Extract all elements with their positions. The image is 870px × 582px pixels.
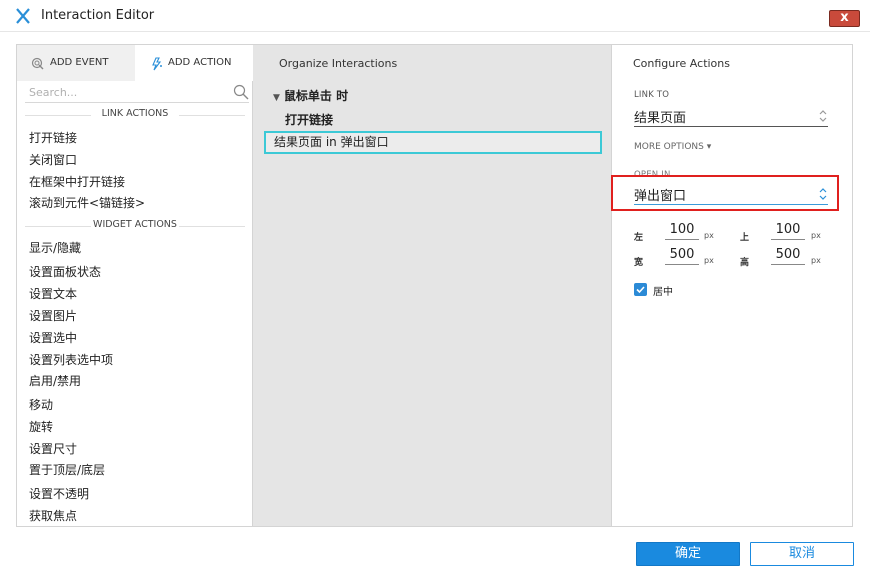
height-input[interactable]: 500 bbox=[771, 247, 805, 265]
event-label: 鼠标单击 时 bbox=[283, 89, 349, 103]
left-input[interactable]: 100 bbox=[665, 222, 699, 240]
action-open-link[interactable]: 打开链接 bbox=[29, 129, 77, 146]
link-to-label: LINK TO bbox=[634, 90, 670, 100]
action-set-selected[interactable]: 设置选中 bbox=[29, 329, 77, 346]
center-checkbox[interactable] bbox=[634, 283, 647, 296]
configure-panel: Configure Actions LINK TO 结果页面 MORE OPTI… bbox=[612, 45, 852, 526]
window-title: Interaction Editor bbox=[41, 8, 155, 23]
cancel-button[interactable]: 取消 bbox=[750, 542, 854, 566]
checkmark-icon bbox=[636, 286, 645, 294]
more-options-toggle[interactable]: MORE OPTIONS ▾ bbox=[634, 142, 711, 152]
action-move[interactable]: 移动 bbox=[29, 396, 53, 413]
action-scroll-to-widget[interactable]: 滚动到元件<锚链接> bbox=[29, 194, 145, 211]
tab-add-event-label: ADD EVENT bbox=[50, 57, 109, 68]
search-input[interactable] bbox=[25, 83, 225, 101]
event-row[interactable]: ▼ 鼠标单击 时 bbox=[273, 87, 348, 104]
tab-add-action-label: ADD ACTION bbox=[168, 57, 232, 68]
organize-panel: Organize Interactions ▼ 鼠标单击 时 打开链接 结果页面 … bbox=[253, 45, 612, 526]
action-focus[interactable]: 获取焦点 bbox=[29, 507, 77, 524]
action-open-in-frame[interactable]: 在框架中打开链接 bbox=[29, 173, 125, 190]
add-action-icon bbox=[152, 57, 162, 71]
organize-title: Organize Interactions bbox=[279, 57, 398, 70]
close-button[interactable]: x bbox=[829, 10, 860, 27]
action-rotate[interactable]: 旋转 bbox=[29, 418, 53, 435]
left-label: 左 bbox=[634, 233, 644, 243]
case-label[interactable]: 打开链接 bbox=[285, 111, 333, 128]
action-set-image[interactable]: 设置图片 bbox=[29, 307, 77, 324]
action-show-hide[interactable]: 显示/隐藏 bbox=[29, 239, 81, 256]
action-set-text[interactable]: 设置文本 bbox=[29, 285, 77, 302]
selected-action-row[interactable]: 结果页面 in 弹出窗口 bbox=[264, 131, 602, 154]
search-box bbox=[25, 83, 249, 103]
action-bring-front-back[interactable]: 置于顶层/底层 bbox=[29, 461, 105, 478]
updown-chevron-icon bbox=[819, 110, 827, 122]
action-close-window[interactable]: 关闭窗口 bbox=[29, 151, 77, 168]
search-icon[interactable] bbox=[233, 84, 249, 100]
tab-add-event[interactable]: ADD EVENT bbox=[17, 45, 135, 81]
width-unit: px bbox=[704, 256, 714, 265]
add-event-icon bbox=[31, 57, 44, 70]
width-label: 宽 bbox=[634, 258, 644, 268]
link-actions-header: LINK ACTIONS bbox=[17, 108, 253, 122]
link-to-select[interactable]: 结果页面 bbox=[634, 107, 828, 127]
action-set-opacity[interactable]: 设置不透明 bbox=[29, 485, 89, 502]
width-input[interactable]: 500 bbox=[665, 247, 699, 265]
highlight-box bbox=[611, 175, 839, 211]
action-set-list-selection[interactable]: 设置列表选中项 bbox=[29, 351, 113, 368]
axure-logo-icon bbox=[16, 8, 30, 24]
title-bar: Interaction Editor x bbox=[0, 0, 870, 32]
ok-button[interactable]: 确定 bbox=[636, 542, 740, 566]
top-input[interactable]: 100 bbox=[771, 222, 805, 240]
widget-actions-header: WIDGET ACTIONS bbox=[17, 219, 253, 233]
height-unit: px bbox=[811, 256, 821, 265]
collapse-arrow-icon[interactable]: ▼ bbox=[273, 93, 280, 103]
action-set-size[interactable]: 设置尺寸 bbox=[29, 440, 77, 457]
top-label: 上 bbox=[740, 233, 750, 243]
action-enable-disable[interactable]: 启用/禁用 bbox=[29, 372, 81, 389]
height-label: 高 bbox=[740, 258, 750, 268]
center-label: 居中 bbox=[653, 287, 673, 298]
left-unit: px bbox=[704, 231, 714, 240]
action-set-panel-state[interactable]: 设置面板状态 bbox=[29, 263, 101, 280]
interaction-editor-dialog: ADD EVENT ADD ACTION LINK ACTIONS 打开链接 关… bbox=[16, 44, 853, 527]
panel-tabs: ADD EVENT ADD ACTION bbox=[17, 45, 253, 81]
actions-panel: ADD EVENT ADD ACTION LINK ACTIONS 打开链接 关… bbox=[17, 45, 253, 526]
configure-title: Configure Actions bbox=[633, 57, 730, 70]
link-to-value: 结果页面 bbox=[634, 111, 687, 126]
tab-add-action[interactable]: ADD ACTION bbox=[135, 45, 253, 81]
top-unit: px bbox=[811, 231, 821, 240]
